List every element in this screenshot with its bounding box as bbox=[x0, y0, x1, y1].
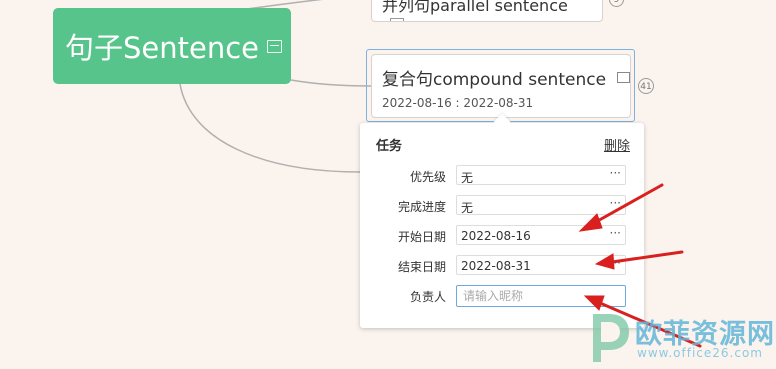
parallel-topic[interactable]: 并列句parallel sentence bbox=[371, 0, 603, 22]
more-icon[interactable]: ··· bbox=[610, 166, 621, 180]
progress-row: 完成进度 无 ··· bbox=[360, 195, 644, 217]
assignee-input[interactable] bbox=[456, 285, 626, 307]
watermark-logo-icon bbox=[593, 314, 629, 362]
start-date-value: 2022-08-16 bbox=[461, 229, 531, 243]
note-icon[interactable] bbox=[617, 72, 631, 83]
parallel-topic-label: 并列句parallel sentence bbox=[382, 0, 568, 15]
end-date-row: 结束日期 2022-08-31 ··· bbox=[360, 255, 644, 277]
more-icon[interactable]: ··· bbox=[610, 256, 621, 270]
start-date-field[interactable]: 2022-08-16 ··· bbox=[456, 225, 626, 245]
task-panel-title: 任务 bbox=[376, 139, 403, 154]
note-icon[interactable] bbox=[390, 18, 404, 21]
delete-task-link[interactable]: 删除 bbox=[604, 135, 630, 154]
end-date-label: 结束日期 bbox=[397, 260, 446, 274]
progress-value: 无 bbox=[461, 201, 474, 215]
note-icon[interactable] bbox=[267, 39, 283, 53]
progress-label: 完成进度 bbox=[397, 200, 446, 214]
task-panel: 任务 删除 优先级 无 ··· 完成进度 无 ··· 开始日期 2022-08-… bbox=[360, 113, 644, 328]
assignee-label: 负责人 bbox=[409, 290, 446, 304]
collapse-badge[interactable]: 41 bbox=[638, 78, 654, 94]
task-date-range: 2022-08-16 : 2022-08-31 bbox=[382, 96, 534, 110]
start-date-row: 开始日期 2022-08-16 ··· bbox=[360, 225, 644, 247]
watermark-url: www.office26.com bbox=[637, 346, 763, 360]
priority-value: 无 bbox=[461, 171, 474, 185]
priority-label: 优先级 bbox=[409, 170, 446, 184]
end-date-field[interactable]: 2022-08-31 ··· bbox=[456, 255, 626, 275]
priority-select[interactable]: 无 ··· bbox=[456, 165, 626, 185]
more-icon[interactable]: ··· bbox=[610, 226, 621, 240]
watermark: 欧菲资源网 www.office26.com bbox=[575, 306, 775, 368]
priority-row: 优先级 无 ··· bbox=[360, 165, 644, 187]
compound-topic[interactable]: 复合句compound sentence 2022-08-16 : 2022-0… bbox=[371, 54, 631, 118]
root-topic[interactable]: 句子Sentence bbox=[53, 8, 291, 84]
end-date-value: 2022-08-31 bbox=[461, 259, 531, 273]
root-topic-label: 句子Sentence bbox=[65, 31, 260, 65]
compound-topic-label: 复合句compound sentence bbox=[382, 70, 607, 90]
start-date-label: 开始日期 bbox=[397, 230, 446, 244]
assignee-row: 负责人 bbox=[360, 285, 644, 307]
progress-select[interactable]: 无 ··· bbox=[456, 195, 626, 215]
more-icon[interactable]: ··· bbox=[610, 196, 621, 210]
